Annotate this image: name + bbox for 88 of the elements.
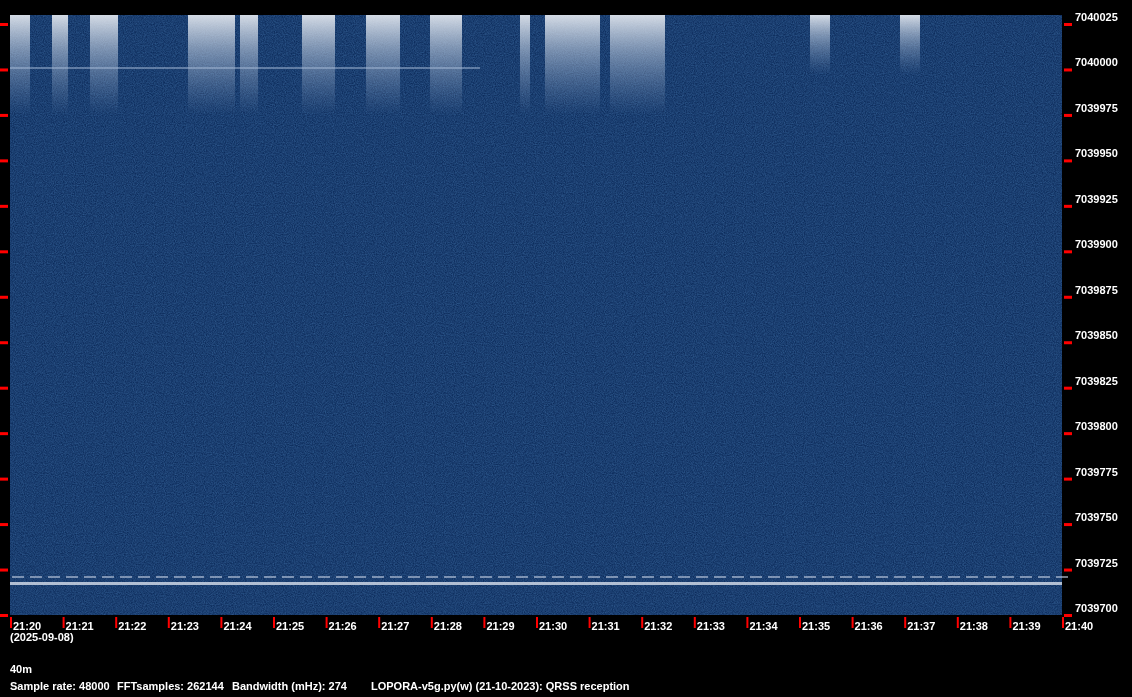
tick-mark xyxy=(0,477,8,481)
band-label: 40m xyxy=(10,663,33,675)
tick-mark xyxy=(273,617,275,628)
tick-mark xyxy=(1064,23,1072,26)
time-label: 21:36 xyxy=(854,620,883,632)
tick-mark xyxy=(115,617,118,628)
frequency-label: 7039725 xyxy=(1075,556,1118,569)
tick-mark xyxy=(0,523,8,527)
frequency-label: 7039775 xyxy=(1075,465,1118,478)
tick-mark xyxy=(325,617,328,628)
info-text: Sample rate: 48000 xyxy=(10,680,110,692)
tick-mark xyxy=(483,617,486,628)
time-label: 21:23 xyxy=(170,620,199,632)
frequency-label: 7039925 xyxy=(1075,192,1118,205)
tick-mark xyxy=(167,617,170,628)
tick-mark xyxy=(0,113,8,117)
frequency-label: 7039875 xyxy=(1075,283,1118,296)
tick-mark xyxy=(220,617,223,628)
tick-mark xyxy=(1064,113,1072,117)
frequency-label: 7040025 xyxy=(1075,11,1118,23)
tick-mark xyxy=(0,432,8,436)
time-label: 21:26 xyxy=(328,620,357,632)
time-label: 21:37 xyxy=(907,620,936,632)
tick-mark xyxy=(0,204,8,208)
tick-mark xyxy=(693,617,696,628)
tick-mark xyxy=(1064,477,1072,481)
tick-mark xyxy=(1064,568,1072,572)
tick-mark xyxy=(851,617,854,628)
time-label: 21:39 xyxy=(1012,620,1041,632)
tick-mark xyxy=(1064,250,1072,254)
info-text: Bandwidth (mHz): 274 xyxy=(232,680,347,692)
tick-mark xyxy=(0,614,8,617)
frequency-label: 7039800 xyxy=(1075,420,1118,433)
time-label: 21:24 xyxy=(223,620,252,632)
tick-mark xyxy=(956,617,959,628)
tick-mark xyxy=(588,617,591,628)
frequency-label: 7039850 xyxy=(1075,329,1118,342)
tick-mark xyxy=(0,68,8,72)
time-label: 21:30 xyxy=(539,620,568,632)
tick-mark xyxy=(0,250,8,254)
frequency-label: 7039900 xyxy=(1075,238,1118,251)
tick-mark xyxy=(0,386,8,390)
time-label: 21:29 xyxy=(486,620,515,632)
tick-mark xyxy=(1064,341,1072,345)
tick-mark xyxy=(641,617,644,628)
tick-mark xyxy=(799,617,801,628)
tick-mark xyxy=(0,159,8,163)
time-label: 21:40 xyxy=(1065,620,1094,632)
time-label: 21:20 xyxy=(13,620,42,632)
time-label: 21:35 xyxy=(802,620,831,632)
time-label: 21:25 xyxy=(276,620,305,632)
tick-mark xyxy=(10,617,12,628)
time-label: 21:38 xyxy=(959,620,988,632)
time-label: 21:34 xyxy=(749,620,778,632)
tick-mark xyxy=(1064,432,1072,436)
tick-mark xyxy=(1009,617,1012,628)
tick-mark xyxy=(1064,204,1072,208)
frequency-label: 7039750 xyxy=(1075,511,1118,524)
time-label: 21:31 xyxy=(591,620,620,632)
time-label: 21:27 xyxy=(381,620,410,632)
frequency-label: 7039700 xyxy=(1075,602,1118,614)
frequency-label: 7040000 xyxy=(1075,56,1118,69)
time-label: 21:28 xyxy=(433,620,462,632)
tick-mark xyxy=(0,295,8,299)
tick-mark xyxy=(1064,523,1072,527)
tick-mark xyxy=(1064,159,1072,163)
tick-mark xyxy=(746,617,749,628)
tick-mark xyxy=(1064,68,1072,72)
info-text: FFTsamples: 262144 xyxy=(117,680,224,692)
tick-mark xyxy=(0,568,8,572)
tick-mark xyxy=(536,617,538,628)
tick-mark xyxy=(62,617,65,628)
tick-mark xyxy=(430,617,433,628)
tick-mark xyxy=(904,617,907,628)
time-label: 21:33 xyxy=(696,620,725,632)
info-text: LOPORA-v5g.py(w) (21-10-2023): QRSS reception xyxy=(371,680,630,692)
tick-mark xyxy=(1064,295,1072,299)
tick-mark xyxy=(378,617,381,628)
time-label: 21:21 xyxy=(65,620,94,632)
frequency-label: 7039825 xyxy=(1075,374,1118,387)
tick-mark xyxy=(0,341,8,345)
time-label: 21:22 xyxy=(118,620,147,632)
tick-mark xyxy=(0,23,8,26)
frequency-label: 7039950 xyxy=(1075,147,1118,160)
date-label: (2025-09-08) xyxy=(10,631,74,643)
time-label: 21:32 xyxy=(644,620,673,632)
frequency-label: 7039975 xyxy=(1075,101,1118,114)
tick-mark xyxy=(1064,386,1072,390)
